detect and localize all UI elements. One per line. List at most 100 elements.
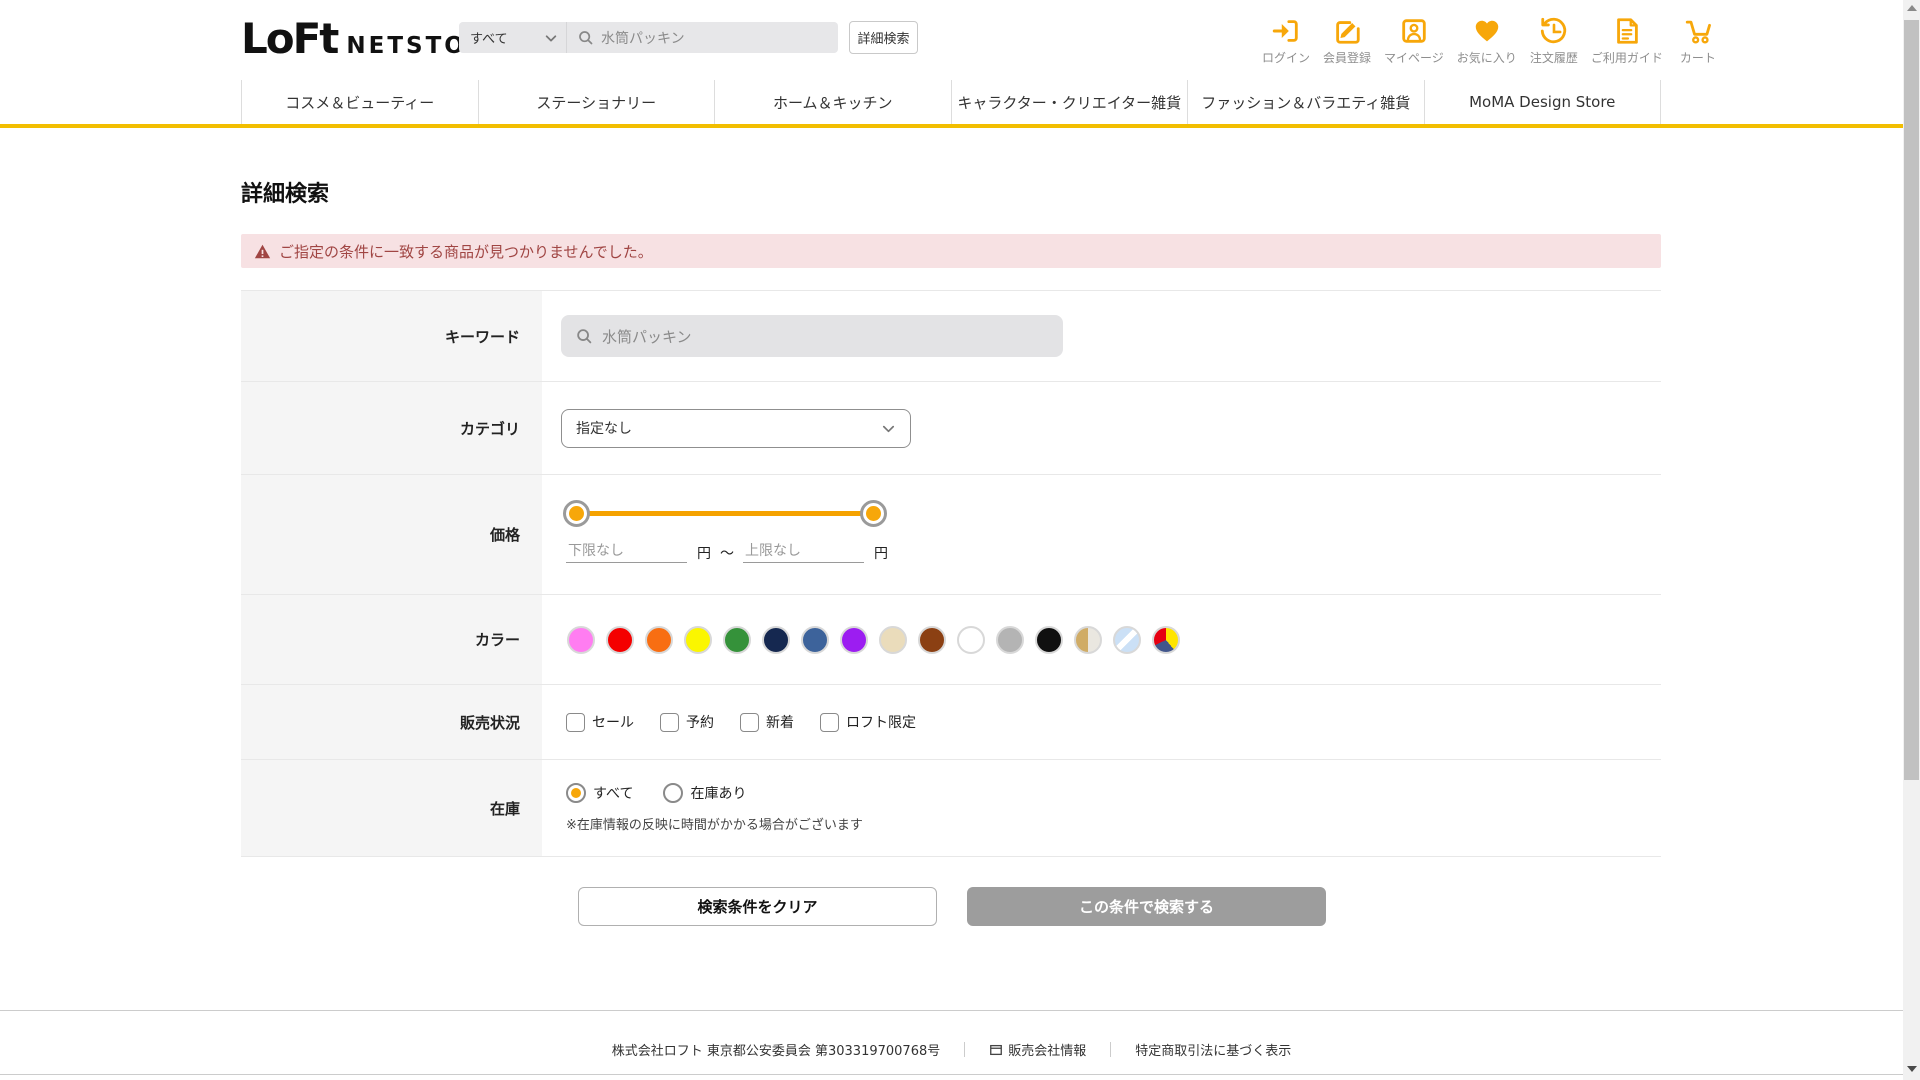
color-row: カラー — [241, 594, 1661, 684]
price-label: 価格 — [241, 475, 542, 594]
category-row: カテゴリ 指定なし — [241, 381, 1661, 474]
price-max-input[interactable] — [743, 540, 864, 563]
search-icon — [579, 31, 593, 45]
color-swatch-navy[interactable] — [762, 625, 790, 654]
footer-company-text: 株式会社ロフト 東京都公安委員会 第303319700768号 — [611, 1044, 941, 1059]
price-min-input[interactable] — [566, 540, 687, 563]
checkbox-icon — [566, 712, 585, 732]
color-swatch-brown[interactable] — [918, 625, 946, 654]
login-label: ログイン — [1262, 51, 1311, 65]
search-scope-select[interactable]: すべて — [459, 22, 566, 53]
color-swatch-multicolor[interactable] — [1152, 625, 1180, 654]
footer-divider — [964, 1042, 966, 1057]
color-swatch-clear[interactable] — [1113, 625, 1141, 654]
footer-link-company-info[interactable]: 販売会社情報 — [989, 1040, 1086, 1059]
register-label: 会員登録 — [1323, 51, 1372, 65]
mypage-label: マイページ — [1384, 51, 1444, 65]
color-swatch-blue[interactable] — [801, 625, 829, 654]
checkbox-sale[interactable]: セール — [566, 712, 634, 732]
sales-status-row: 販売状況 セール 予約 新着 ロフト限定 — [241, 684, 1661, 759]
checkbox-new[interactable]: 新着 — [740, 712, 794, 732]
guide-button[interactable]: ご利用ガイド — [1591, 16, 1663, 66]
nav-item-character[interactable]: キャラクター・クリエイター雑貨 — [950, 80, 1188, 124]
color-swatch-orange[interactable] — [645, 625, 673, 654]
checkbox-icon — [740, 712, 759, 732]
color-swatch-beige[interactable] — [879, 625, 907, 654]
keyword-input[interactable] — [602, 327, 1022, 345]
header-search-bar: すべて — [459, 22, 838, 53]
checkbox-loft-exclusive[interactable]: ロフト限定 — [820, 712, 916, 732]
warning-icon — [254, 244, 271, 258]
cart-icon — [1685, 20, 1711, 44]
clear-conditions-button[interactable]: 検索条件をクリア — [578, 887, 937, 926]
color-swatch-green[interactable] — [723, 625, 751, 654]
detail-search-button[interactable]: 詳細検索 — [849, 21, 918, 54]
color-swatch-red[interactable] — [606, 625, 634, 654]
color-swatch-gold-silver[interactable] — [1074, 625, 1102, 654]
cart-button[interactable]: カート — [1676, 16, 1720, 66]
page-title: 詳細検索 — [241, 182, 330, 207]
radio-icon — [566, 783, 586, 803]
price-inputs: 円 ～ 円 — [566, 540, 1661, 563]
price-unit-max: 円 — [874, 546, 888, 562]
color-swatches — [567, 625, 1661, 654]
color-swatch-pink[interactable] — [567, 625, 595, 654]
register-icon — [1336, 21, 1360, 44]
price-unit-min: 円 — [697, 546, 711, 562]
stock-row: 在庫 すべて 在庫あり ※在庫情報の反映に時間がかかる場合がございます — [241, 759, 1661, 856]
footer-top-divider — [0, 1010, 1903, 1011]
color-swatch-purple[interactable] — [840, 625, 868, 654]
login-icon — [1272, 20, 1298, 42]
slider-track — [576, 511, 874, 516]
radio-in-stock[interactable]: 在庫あり — [663, 783, 746, 803]
favorites-label: お気に入り — [1456, 51, 1517, 65]
color-swatch-black[interactable] — [1035, 625, 1063, 654]
order-history-button[interactable]: 注文履歴 — [1530, 16, 1578, 66]
scrollbar-thumb[interactable] — [1904, 20, 1919, 780]
nav-item-cosmetics[interactable]: コスメ＆ビューティー — [241, 80, 478, 124]
mypage-button[interactable]: マイページ — [1384, 16, 1444, 66]
guide-icon — [1616, 18, 1638, 44]
slider-handle-max[interactable] — [860, 500, 887, 527]
search-field-wrap — [567, 29, 838, 46]
window-icon — [990, 1044, 1003, 1055]
scrollbar[interactable] — [1903, 0, 1920, 1080]
nav-item-moma[interactable]: MoMA Design Store — [1423, 80, 1661, 124]
order-history-icon — [1540, 17, 1566, 44]
scrollbar-down-arrow[interactable] — [1907, 1066, 1917, 1072]
category-value: 指定なし — [576, 421, 632, 437]
checkbox-icon — [660, 712, 679, 732]
brand-accent-line — [0, 124, 1903, 128]
price-separator: ～ — [720, 546, 734, 562]
order-history-label: 注文履歴 — [1529, 51, 1578, 65]
checkbox-icon — [820, 712, 839, 732]
header-search-input[interactable] — [601, 29, 821, 46]
price-range-slider — [563, 500, 887, 527]
sales-status-options: セール 予約 新着 ロフト限定 — [566, 712, 1661, 732]
nav-item-home-kitchen[interactable]: ホーム＆キッチン — [714, 80, 951, 124]
logo-loft-text: LoFt — [241, 14, 339, 63]
radio-all[interactable]: すべて — [566, 783, 633, 803]
slider-handle-min[interactable] — [563, 500, 590, 527]
color-swatch-white[interactable] — [957, 625, 985, 654]
color-swatch-gray[interactable] — [996, 625, 1024, 654]
footer-link-legal[interactable]: 特定商取引法に基づく表示 — [1135, 1040, 1291, 1059]
cart-label: カート — [1679, 51, 1716, 65]
nav-item-fashion[interactable]: ファッション＆バラエティ雑貨 — [1187, 80, 1424, 124]
search-with-conditions-button[interactable]: この条件で検索する — [967, 887, 1326, 926]
keyword-label: キーワード — [241, 291, 542, 381]
mypage-icon — [1402, 19, 1426, 43]
guide-label: ご利用ガイド — [1590, 51, 1663, 65]
favorites-icon — [1475, 20, 1499, 42]
stock-note: ※在庫情報の反映に時間がかかる場合がございます — [566, 818, 863, 833]
register-button[interactable]: 会員登録 — [1323, 16, 1371, 66]
category-select[interactable]: 指定なし — [561, 408, 911, 448]
scrollbar-up-arrow[interactable] — [1907, 5, 1917, 11]
nav-item-stationery[interactable]: ステーショナリー — [477, 80, 715, 124]
price-row: 価格 円 ～ 円 — [241, 474, 1661, 594]
checkbox-preorder[interactable]: 予約 — [660, 712, 714, 732]
favorites-button[interactable]: お気に入り — [1457, 16, 1517, 66]
radio-icon — [663, 783, 684, 803]
login-button[interactable]: ログイン — [1262, 16, 1310, 66]
color-swatch-yellow[interactable] — [684, 625, 712, 654]
